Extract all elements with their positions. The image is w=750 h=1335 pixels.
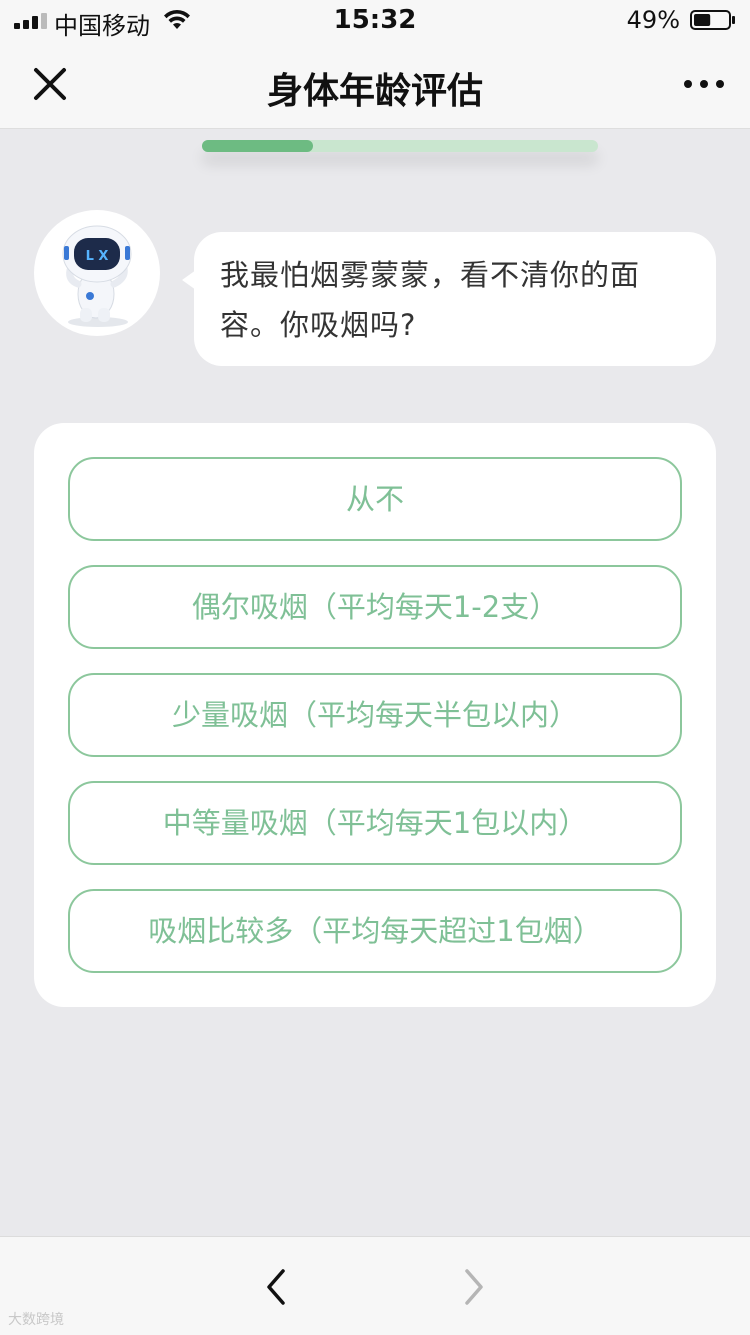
options-card: 从不 偶尔吸烟（平均每天1-2支） 少量吸烟（平均每天半包以内） 中等量吸烟（平… — [34, 423, 716, 1007]
bottom-toolbar: 大数跨境 — [0, 1236, 750, 1335]
chevron-left-icon[interactable] — [256, 1265, 296, 1309]
page-title: 身体年龄评估 — [266, 71, 483, 112]
chevron-right-icon[interactable] — [454, 1265, 494, 1309]
robot-icon: L X — [62, 225, 132, 327]
chat-bubble: 我最怕烟雾蒙蒙，看不清你的面容。你吸烟吗? — [182, 232, 716, 366]
battery-icon — [690, 10, 735, 30]
battery-percent: 49% — [626, 6, 680, 34]
watermark: 大数跨境 — [8, 1312, 64, 1328]
status-bar: 中国移动 15:32 49% — [0, 0, 750, 40]
option-occasional[interactable]: 偶尔吸烟（平均每天1-2支） — [68, 565, 682, 649]
svg-text:L X: L X — [86, 249, 109, 264]
nav-bar: 身体年龄评估 — [0, 40, 750, 129]
robot-avatar: L X — [34, 210, 160, 336]
option-never[interactable]: 从不 — [68, 457, 682, 541]
more-icon[interactable] — [680, 66, 728, 102]
option-heavy[interactable]: 吸烟比较多（平均每天超过1包烟） — [68, 889, 682, 973]
option-light[interactable]: 少量吸烟（平均每天半包以内） — [68, 673, 682, 757]
progress-fill — [202, 140, 313, 152]
option-moderate[interactable]: 中等量吸烟（平均每天1包以内） — [68, 781, 682, 865]
bot-message: 我最怕烟雾蒙蒙，看不清你的面容。你吸烟吗? — [220, 258, 641, 342]
progress-bar — [202, 140, 598, 152]
